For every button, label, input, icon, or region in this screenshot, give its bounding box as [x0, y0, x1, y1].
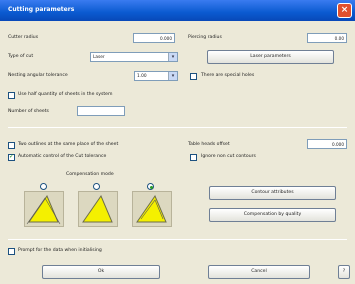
title-bar: Cutting parameters ×: [0, 0, 355, 21]
ok-button[interactable]: Ok: [42, 265, 160, 279]
prompt-data-checkbox[interactable]: [8, 248, 15, 255]
two-outlines-label: Two outlines at the same place of the sh…: [18, 142, 119, 147]
angular-tolerance-select[interactable]: 1.00 ▾: [134, 71, 178, 81]
special-holes-label: There are special holes: [201, 73, 255, 78]
type-of-cut-label: Type of cut: [8, 54, 34, 59]
type-of-cut-value: Laser: [93, 55, 105, 60]
type-of-cut-select[interactable]: Laser ▾: [90, 52, 178, 62]
chevron-down-icon[interactable]: ▾: [168, 72, 177, 80]
compensation-none-radio[interactable]: [93, 183, 100, 190]
divider: [8, 127, 347, 128]
dialog-window: Cutting parameters × Cutter radius 0.000…: [0, 0, 355, 284]
automatic-control-label: Automatic control of the Cut tolerance: [18, 154, 107, 159]
help-button[interactable]: ?: [338, 265, 350, 279]
number-sheets-label: Number of sheets: [8, 109, 49, 114]
piercing-radius-label: Piercing radius: [188, 35, 222, 40]
use-half-sheets-label: Use half quantity of sheets in the syste…: [18, 92, 113, 97]
table-heads-offset-input[interactable]: 0.000: [307, 139, 347, 149]
compensation-right-radio[interactable]: [147, 183, 154, 190]
compensation-mode-label: Compensation mode: [66, 172, 114, 177]
automatic-control-checkbox[interactable]: [8, 153, 15, 161]
compensation-none-icon[interactable]: [78, 191, 118, 227]
ignore-non-cut-checkbox[interactable]: [190, 154, 197, 161]
cutter-radius-label: Cutter radius: [8, 35, 39, 40]
divider: [8, 239, 347, 240]
number-sheets-input[interactable]: [77, 106, 125, 116]
contour-attributes-button[interactable]: Contour attributes: [209, 186, 336, 200]
cancel-button[interactable]: Cancel: [208, 265, 310, 279]
table-heads-offset-label: Table heads offset: [188, 142, 230, 147]
compensation-by-quality-button[interactable]: Compensation by quality: [209, 208, 336, 222]
compensation-left-radio[interactable]: [40, 183, 47, 190]
dialog-body: Cutter radius 0.000 Piercing radius 0.00…: [2, 21, 353, 282]
compensation-left-icon[interactable]: [24, 191, 64, 227]
use-half-sheets-checkbox[interactable]: [8, 92, 15, 99]
chevron-down-icon[interactable]: ▾: [168, 53, 177, 61]
laser-parameters-button[interactable]: Laser parameters: [207, 50, 334, 64]
compensation-right-icon[interactable]: [132, 191, 172, 227]
angular-tolerance-value: 1.00: [137, 74, 147, 79]
ignore-non-cut-label: Ignore non cut contours: [201, 154, 256, 159]
prompt-data-label: Prompt for the data when initialising: [18, 248, 102, 253]
angular-tolerance-label: Nesting angular tolerance: [8, 73, 68, 78]
window-title: Cutting parameters: [8, 6, 75, 13]
special-holes-checkbox[interactable]: [190, 73, 197, 80]
cutter-radius-input[interactable]: 0.000: [133, 33, 175, 43]
piercing-radius-input[interactable]: 0.00: [307, 33, 347, 43]
close-icon[interactable]: ×: [337, 3, 352, 18]
two-outlines-checkbox[interactable]: [8, 142, 15, 149]
